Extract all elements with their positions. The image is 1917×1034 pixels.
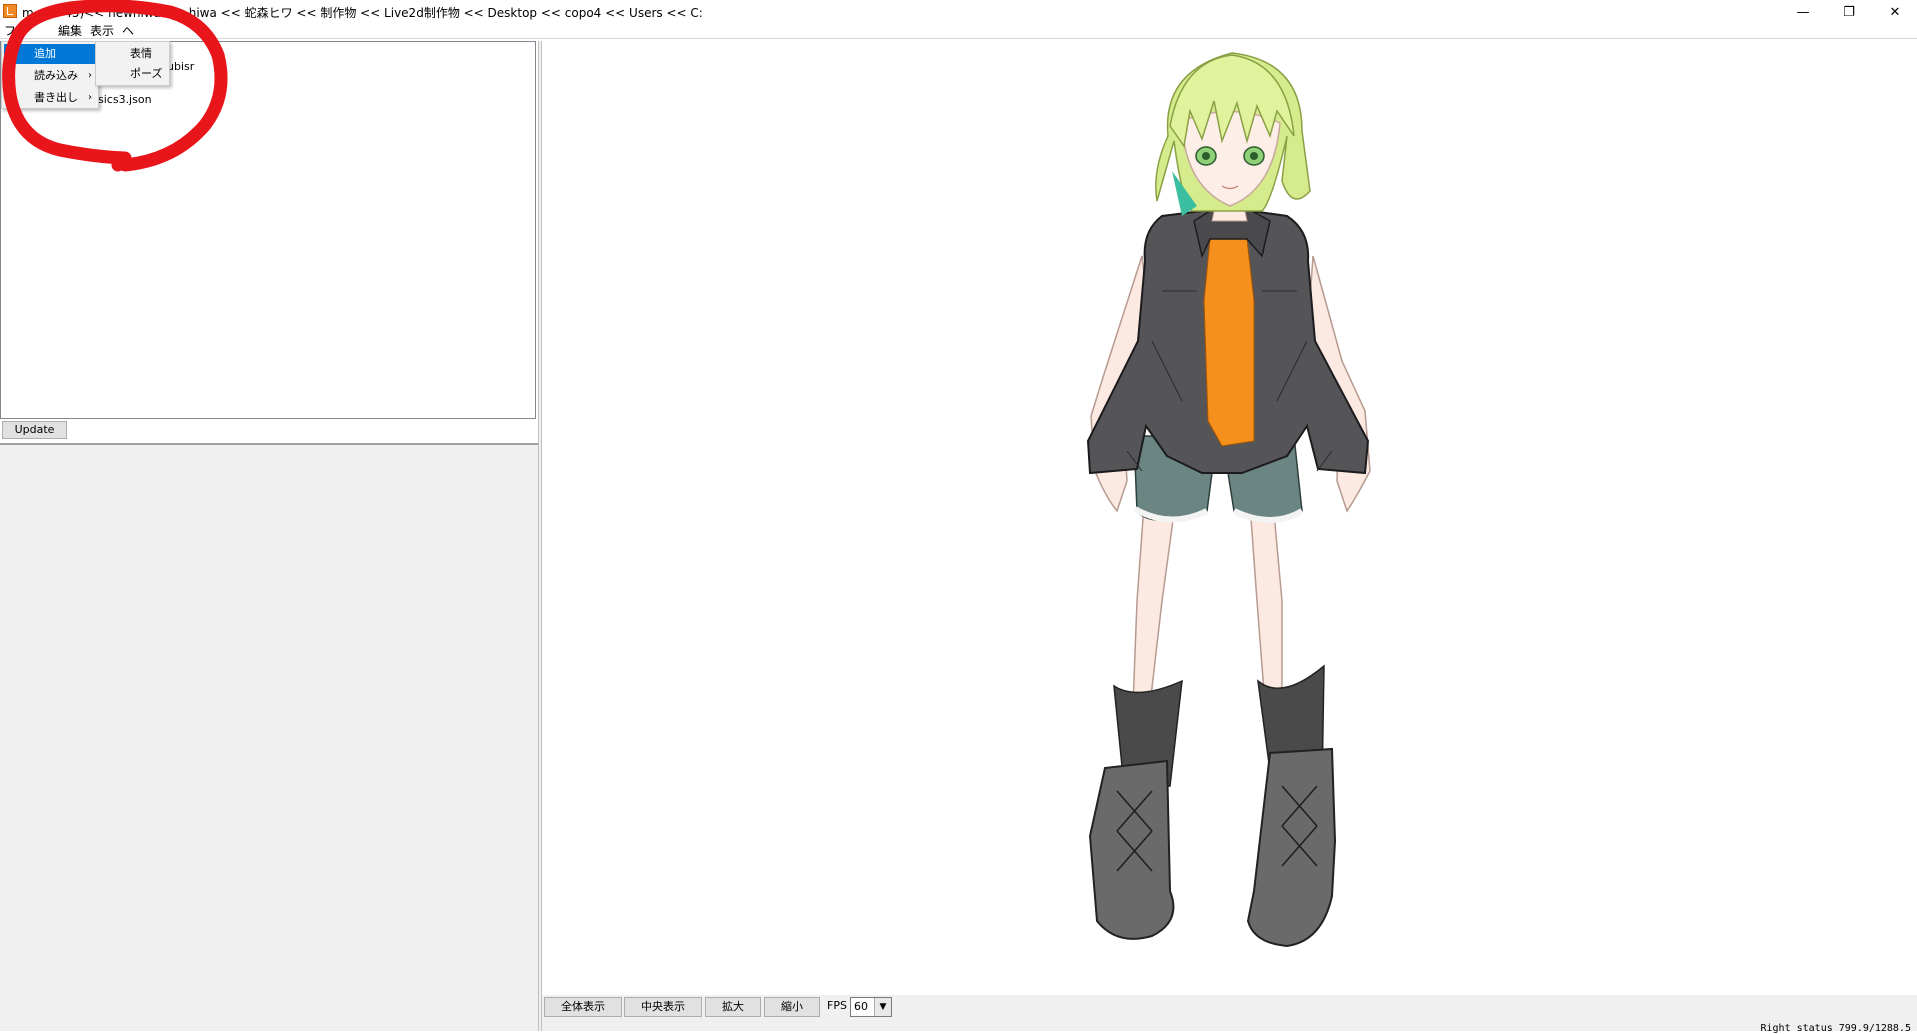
fps-label: FPS: [827, 999, 847, 1012]
menu-item-load-label: 読み込み: [34, 69, 78, 82]
submenu-item-pose[interactable]: ポーズ: [98, 64, 168, 84]
properties-panel: [0, 443, 540, 1031]
fps-select[interactable]: 60 ▼: [850, 997, 892, 1017]
fps-value: 60: [854, 1000, 868, 1013]
submenu-arrow-icon: ›: [88, 92, 92, 103]
window-title: m ... 4 45)<< newhiwa << hiwa << 蛇森ヒワ <<…: [22, 6, 703, 20]
zoom-in-button[interactable]: 拡大: [705, 997, 761, 1017]
zoom-out-button[interactable]: 縮小: [764, 997, 820, 1017]
tree-item-model[interactable]: ubisr: [167, 60, 194, 73]
minimize-button[interactable]: —: [1780, 0, 1826, 24]
menu-item-export-label: 書き出し: [34, 91, 78, 104]
menu-divider: [0, 38, 1917, 39]
dropdown-arrow-icon[interactable]: ▼: [874, 998, 891, 1016]
model-viewport[interactable]: [542, 41, 1917, 995]
app-icon[interactable]: [3, 4, 17, 18]
status-text: Right status 799.9/1288.5: [1760, 1023, 1911, 1034]
add-submenu: 表情 ポーズ: [95, 41, 170, 86]
live2d-model: [1086, 52, 1371, 948]
title-bar: m ... 4 45)<< newhiwa << hiwa << 蛇森ヒワ <<…: [0, 0, 1917, 24]
center-view-button[interactable]: 中央表示: [624, 997, 702, 1017]
tree-item-physics[interactable]: sics3.json: [98, 93, 152, 106]
menu-item-add-label: 追加: [34, 47, 56, 60]
panel-divider: [0, 443, 538, 445]
menu-item-add[interactable]: 追加: [4, 44, 96, 64]
maximize-button[interactable]: ❐: [1826, 0, 1872, 24]
submenu-arrow-icon: ›: [88, 70, 92, 81]
fit-all-button[interactable]: 全体表示: [544, 997, 622, 1017]
file-menu-dropdown: 追加 読み込み › 書き出し ›: [1, 41, 99, 109]
menu-item-load[interactable]: 読み込み ›: [4, 66, 96, 86]
update-button[interactable]: Update: [2, 421, 67, 439]
close-button[interactable]: ✕: [1872, 0, 1917, 24]
menu-item-export[interactable]: 書き出し ›: [4, 88, 96, 108]
viewport-toolbar: 全体表示 中央表示 拡大 縮小 FPS 60 ▼ Right status 79…: [542, 995, 1917, 1034]
submenu-item-expression[interactable]: 表情: [98, 44, 168, 64]
